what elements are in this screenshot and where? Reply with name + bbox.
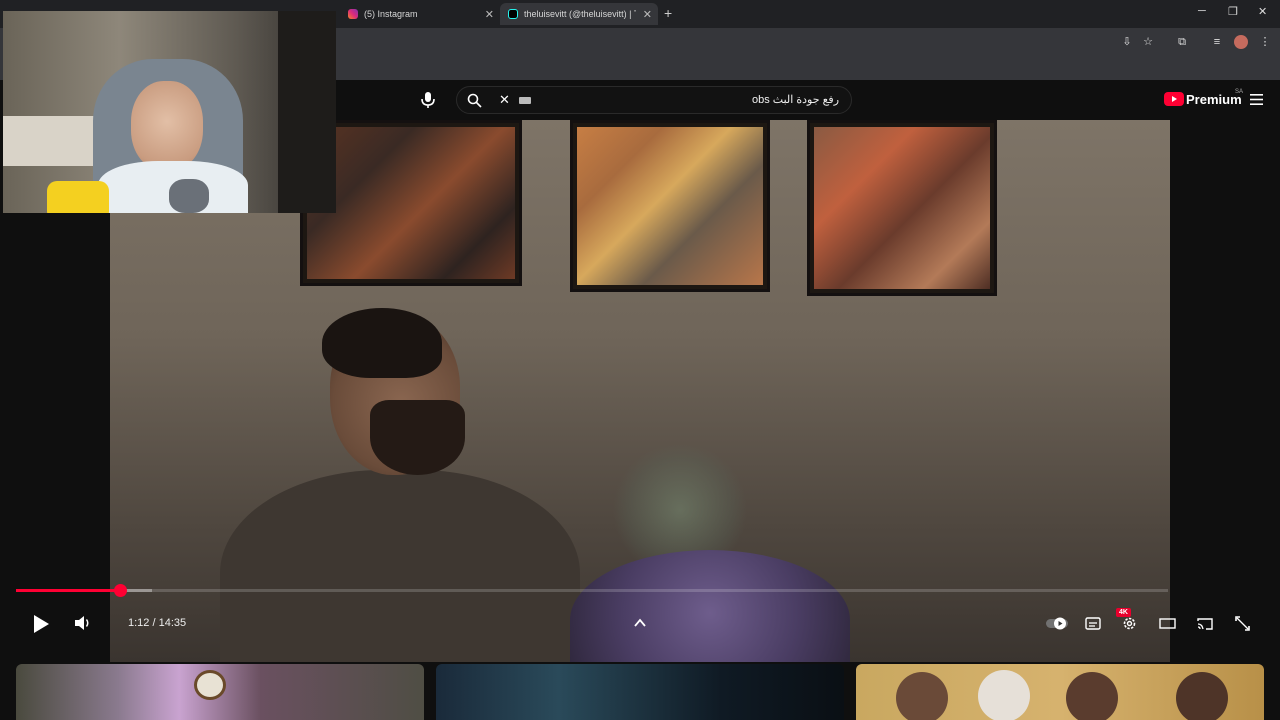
- person-hair: [322, 308, 442, 378]
- install-app-icon[interactable]: ⇩: [1120, 35, 1134, 49]
- youtube-premium-label: Premium: [1186, 92, 1242, 107]
- subtitles-icon[interactable]: [1085, 617, 1101, 630]
- profile-avatar[interactable]: [1234, 35, 1248, 49]
- face-image: [896, 672, 948, 720]
- youtube-logo-icon[interactable]: [1164, 92, 1184, 106]
- close-tab-icon[interactable]: ✕: [643, 8, 652, 21]
- voice-search-icon[interactable]: [420, 91, 436, 109]
- streamer-face: [131, 81, 203, 171]
- autoplay-toggle-icon[interactable]: [1046, 617, 1068, 630]
- progress-scrubber[interactable]: [113, 584, 127, 597]
- extensions-icon[interactable]: ⧉: [1175, 35, 1189, 49]
- clear-search-icon[interactable]: ✕: [499, 92, 510, 108]
- yellow-object: [47, 181, 109, 213]
- close-tab-icon[interactable]: ✕: [485, 8, 494, 21]
- play-icon[interactable]: [32, 614, 50, 634]
- face-image: [978, 670, 1030, 720]
- webcam-overlay: [3, 11, 336, 213]
- media-controls-icon[interactable]: ≡: [1210, 35, 1224, 49]
- tiktok-icon: [508, 9, 518, 19]
- wall-painting: [807, 120, 997, 296]
- tab-instagram[interactable]: (5) Instagram ✕: [340, 3, 500, 25]
- restore-button[interactable]: ❐: [1228, 5, 1238, 18]
- settings-gear-icon[interactable]: [1122, 616, 1137, 631]
- hydrangea-flowers: [570, 550, 850, 662]
- browser-menu-icon[interactable]: ⋮: [1258, 35, 1272, 49]
- keyboard-icon[interactable]: [519, 97, 531, 104]
- minimize-button[interactable]: ─: [1198, 5, 1206, 17]
- new-tab-button[interactable]: +: [664, 5, 672, 21]
- tab-tiktok[interactable]: theluisevitt (@theluisevitt) | Tik ✕: [500, 3, 658, 25]
- cast-icon[interactable]: [1197, 617, 1213, 630]
- progress-played: [16, 589, 120, 592]
- search-icon[interactable]: [467, 93, 482, 108]
- video-thumbnail[interactable]: [436, 664, 844, 720]
- wall-painting: [570, 120, 770, 292]
- progress-bar[interactable]: [16, 584, 1168, 597]
- volume-icon[interactable]: [74, 615, 92, 631]
- clock-icon: [194, 670, 226, 700]
- tab-label: (5) Instagram: [364, 9, 418, 19]
- theater-mode-icon[interactable]: [1159, 617, 1176, 630]
- close-window-button[interactable]: ✕: [1258, 5, 1267, 18]
- time-display: 1:12 / 14:35: [128, 617, 187, 629]
- person-beard: [370, 400, 465, 475]
- fullscreen-icon[interactable]: [1235, 616, 1250, 631]
- video-thumbnail[interactable]: [16, 664, 424, 720]
- instagram-icon: [348, 9, 358, 19]
- region-code: SA: [1235, 89, 1244, 95]
- face-image: [1066, 672, 1118, 720]
- doorway: [278, 11, 336, 213]
- search-input[interactable]: رفع جودة البث obs: [752, 93, 839, 106]
- chevron-up-icon[interactable]: [634, 618, 646, 627]
- bookmark-star-icon[interactable]: ☆: [1141, 35, 1155, 49]
- tab-label: theluisevitt (@theluisevitt) | Tik: [524, 9, 636, 19]
- menu-icon[interactable]: [1250, 94, 1263, 105]
- video-thumbnail[interactable]: [856, 664, 1264, 720]
- face-image: [1176, 672, 1228, 720]
- person-torso: [220, 470, 580, 662]
- search-box[interactable]: ✕ رفع جودة البث obs: [456, 86, 852, 114]
- microphone: [169, 179, 209, 213]
